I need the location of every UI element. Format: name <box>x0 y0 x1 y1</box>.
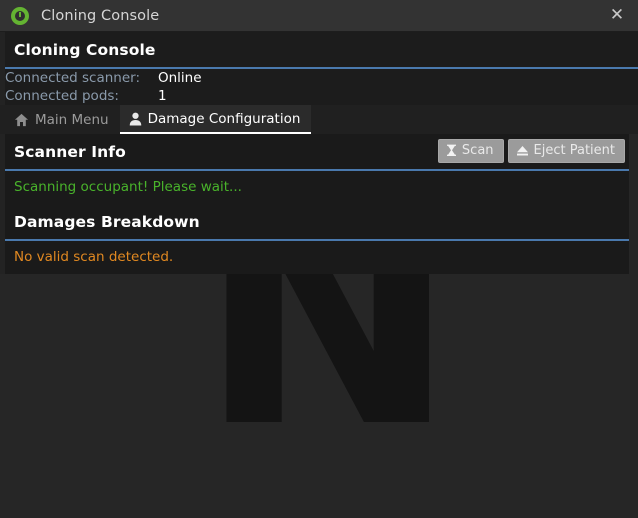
tab-bar: Main Menu Damage Configuration <box>0 105 638 134</box>
person-icon <box>129 112 142 126</box>
console-header-panel: Cloning Console Connected scanner: Onlin… <box>0 32 638 105</box>
scanner-status-message: Scanning occupant! Please wait... <box>14 179 242 195</box>
scan-button-label: Scan <box>461 142 494 158</box>
tab-main-menu-label: Main Menu <box>35 111 109 128</box>
cloning-console-window: Cloning Console ✕ N Cloning Console Conn… <box>0 0 638 518</box>
stat-row: Connected scanner: Online <box>5 69 202 87</box>
connection-stats: Connected scanner: Online Connected pods… <box>5 69 202 105</box>
tab-damage-configuration[interactable]: Damage Configuration <box>119 105 312 134</box>
window-titlebar: Cloning Console ✕ <box>0 0 638 32</box>
damages-breakdown-title: Damages Breakdown <box>14 213 200 231</box>
eject-icon <box>516 144 529 157</box>
home-icon <box>14 113 29 127</box>
hourglass-icon <box>446 144 457 157</box>
scanner-action-buttons: Scan Eject Patient <box>437 138 625 165</box>
scanner-info-title: Scanner Info <box>14 143 126 161</box>
stat-label: Connected pods: <box>5 88 119 104</box>
tab-damage-configuration-label: Damage Configuration <box>147 110 301 127</box>
damages-breakdown-message: No valid scan detected. <box>14 249 174 265</box>
close-icon[interactable]: ✕ <box>604 3 630 29</box>
page-title: Cloning Console <box>14 41 156 59</box>
stat-value: 1 <box>158 88 167 104</box>
stat-row: Connected pods: 1 <box>5 87 202 105</box>
scan-button[interactable]: Scan <box>437 138 504 163</box>
scanner-info-header: Scanner Info Scan Eject Patient <box>5 134 629 169</box>
stat-label: Connected scanner: <box>5 70 140 86</box>
window-title: Cloning Console <box>41 7 160 24</box>
tab-main-menu[interactable]: Main Menu <box>5 105 120 134</box>
cloning-eye-icon <box>11 6 29 25</box>
eject-patient-button[interactable]: Eject Patient <box>507 138 625 163</box>
stat-value: Online <box>158 70 202 86</box>
eject-patient-button-label: Eject Patient <box>533 142 615 158</box>
main-content-panel: Scanner Info Scan Eject Patient Scanning… <box>0 134 629 274</box>
